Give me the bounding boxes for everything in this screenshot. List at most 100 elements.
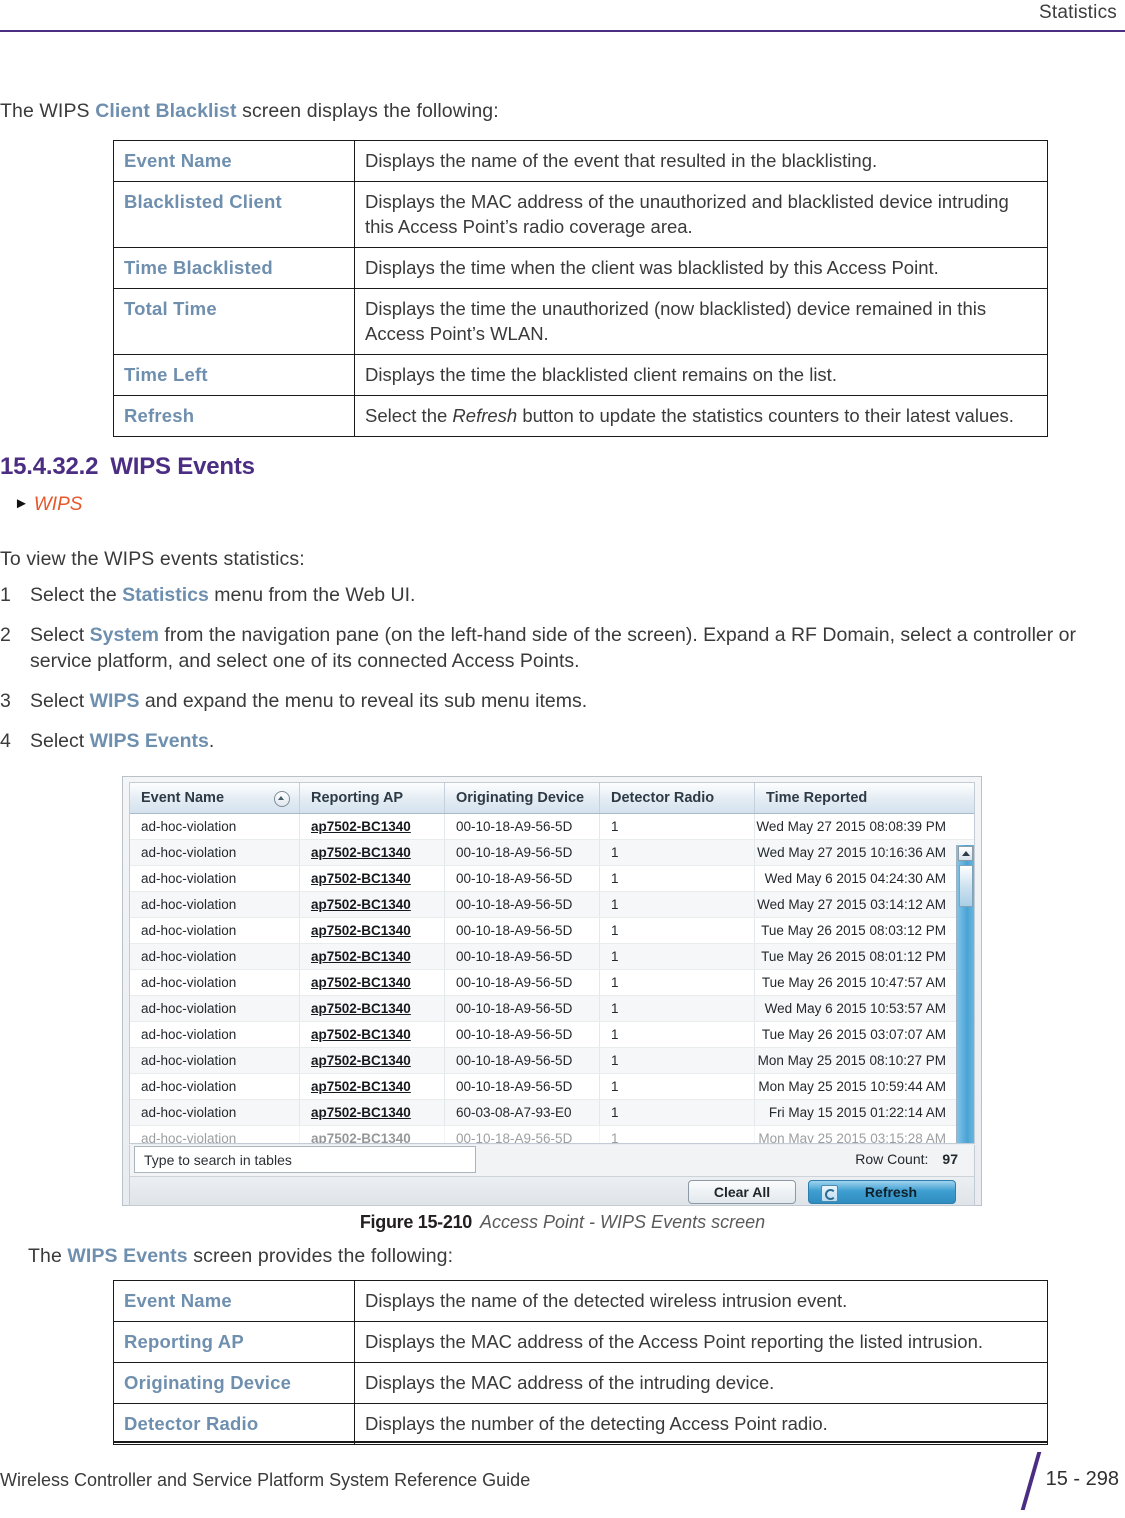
cell-reporting-ap[interactable]: ap7502-BC1340 [300,996,445,1021]
section-heading: 15.4.32.2 WIPS Events [0,453,255,481]
refresh-icon [821,1185,838,1202]
cell-reporting-ap[interactable]: ap7502-BC1340 [300,944,445,969]
cell-reporting-ap[interactable]: ap7502-BC1340 [300,1126,445,1143]
cell-time-reported: Tue May 26 2015 10:47:57 AM [761,975,946,990]
wips-events-screenshot: Event Name Reporting AP Originating Devi… [122,776,982,1206]
cell-reporting-ap[interactable]: ap7502-BC1340 [300,918,445,943]
cell-originating-device: 00-10-18-A9-56-5D [445,996,600,1021]
cell-time-reported: Wed May 6 2015 10:53:57 AM [764,1001,946,1016]
cell-detector-radio: 1 [600,1126,755,1143]
column-header-time-reported[interactable]: Time Reported [755,783,960,813]
step-post: from the navigation pane (on the left-ha… [30,624,1076,672]
cell-detector-radio: 1 [600,866,755,891]
row-key: Event Name [113,1280,355,1322]
table-row[interactable]: ad-hoc-violation ap7502-BC1340 00-10-18-… [130,866,974,892]
table-row[interactable]: ad-hoc-violation ap7502-BC1340 00-10-18-… [130,918,974,944]
column-header-label: Originating Device [456,790,585,806]
table-row[interactable]: ad-hoc-violation ap7502-BC1340 00-10-18-… [130,1048,974,1074]
cell-reporting-ap[interactable]: ap7502-BC1340 [300,840,445,865]
table-row[interactable]: ad-hoc-violation ap7502-BC1340 00-10-18-… [130,944,974,970]
cell-reporting-ap[interactable]: ap7502-BC1340 [300,1022,445,1047]
wips-link[interactable]: WIPS [90,690,140,712]
figure-caption-text: Access Point - WIPS Events screen [480,1212,766,1232]
table-row[interactable]: ad-hoc-violation ap7502-BC1340 00-10-18-… [130,996,974,1022]
cell-time-reported: Wed May 27 2015 03:14:12 AM [757,897,946,912]
sort-ascending-icon[interactable] [274,791,290,807]
step-pre: Select the [30,584,123,606]
cell-event-name: ad-hoc-violation [130,1074,300,1099]
outro-suffix: screen provides the following: [187,1245,454,1267]
cell-detector-radio: 1 [600,1022,755,1047]
cell-reporting-ap[interactable]: ap7502-BC1340 [300,892,445,917]
clear-all-button[interactable]: Clear All [688,1180,796,1204]
cell-originating-device: 60-03-08-A7-93-E0 [445,1100,600,1125]
column-header-label: Reporting AP [311,790,404,806]
wips-events-link-outro[interactable]: WIPS Events [67,1245,187,1267]
xref-label: WIPS [33,494,83,515]
footer-divider [113,1441,1047,1443]
search-input[interactable]: Type to search in tables [134,1146,476,1173]
footer-guide-title: Wireless Controller and Service Platform… [0,1470,531,1490]
cell-time-reported: Mon May 25 2015 10:59:44 AM [758,1079,946,1094]
desc-italic: Refresh [452,405,518,426]
cell-time-reported: Wed May 6 2015 04:24:30 AM [764,871,946,886]
step-2: 2 Select System from the navigation pane… [0,622,1110,674]
row-desc: Displays the MAC address of the Access P… [354,1321,1048,1363]
row-desc: Displays the MAC address of the intrudin… [354,1362,1048,1404]
column-header-event-name[interactable]: Event Name [130,783,300,813]
table-row: Time Blacklisted Displays the time when … [113,247,1048,289]
table-row[interactable]: ad-hoc-violation ap7502-BC1340 00-10-18-… [130,1126,974,1143]
table-row[interactable]: ad-hoc-violation ap7502-BC1340 00-10-18-… [130,1022,974,1048]
cell-originating-device: 00-10-18-A9-56-5D [445,970,600,995]
table-row: Refresh Select the Refresh button to upd… [113,395,1048,437]
header-divider [0,30,1125,32]
search-strip: Type to search in tables Row Count: 97 [129,1145,975,1176]
client-blacklist-link[interactable]: Client Blacklist [95,100,236,122]
cell-event-name: ad-hoc-violation [130,918,300,943]
column-header-reporting-ap[interactable]: Reporting AP [300,783,445,813]
vertical-scrollbar[interactable] [956,845,974,1143]
column-header-originating-device[interactable]: Originating Device [445,783,600,813]
intro-prefix: The WIPS [0,100,96,122]
cell-event-name: ad-hoc-violation [130,1100,300,1125]
scroll-up-icon[interactable] [958,846,973,861]
desc-post: button to update the statistics counters… [517,405,1014,426]
table-row[interactable]: ad-hoc-violation ap7502-BC1340 00-10-18-… [130,970,974,996]
column-header-label: Event Name [141,790,225,806]
cell-reporting-ap[interactable]: ap7502-BC1340 [300,1100,445,1125]
column-header-label: Detector Radio [611,790,715,806]
refresh-button[interactable]: Refresh [808,1180,956,1204]
cell-reporting-ap[interactable]: ap7502-BC1340 [300,1048,445,1073]
wips-events-link[interactable]: WIPS Events [90,730,209,752]
scrollbar-thumb[interactable] [959,865,973,907]
column-header-detector-radio[interactable]: Detector Radio [600,783,755,813]
row-count: Row Count: 97 [855,1151,958,1167]
cell-reporting-ap[interactable]: ap7502-BC1340 [300,1074,445,1099]
table-row[interactable]: ad-hoc-violation ap7502-BC1340 60-03-08-… [130,1100,974,1126]
table-row[interactable]: ad-hoc-violation ap7502-BC1340 00-10-18-… [130,892,974,918]
step-1: 1 Select the Statistics menu from the We… [0,582,1125,608]
table-row[interactable]: ad-hoc-violation ap7502-BC1340 00-10-18-… [130,840,974,866]
cell-detector-radio: 1 [600,814,755,839]
statistics-link[interactable]: Statistics [122,584,209,606]
table-row: Reporting AP Displays the MAC address of… [113,1321,1048,1363]
row-desc: Displays the time the blacklisted client… [354,354,1048,396]
step-text: Select System from the navigation pane (… [30,622,1110,674]
cell-event-name: ad-hoc-violation [130,1126,300,1143]
cell-reporting-ap[interactable]: ap7502-BC1340 [300,814,445,839]
cell-reporting-ap[interactable]: ap7502-BC1340 [300,866,445,891]
cell-originating-device: 00-10-18-A9-56-5D [445,1074,600,1099]
system-link[interactable]: System [90,624,159,646]
step-number: 3 [0,690,11,712]
client-blacklist-reference-table: Event Name Displays the name of the even… [113,140,1048,437]
cell-time-reported: Tue May 26 2015 08:03:12 PM [761,923,946,938]
table-row[interactable]: ad-hoc-violation ap7502-BC1340 00-10-18-… [130,1074,974,1100]
cell-detector-radio: 1 [600,944,755,969]
table-row: Time Left Displays the time the blacklis… [113,354,1048,396]
cell-reporting-ap[interactable]: ap7502-BC1340 [300,970,445,995]
steps-lead-in: To view the WIPS events statistics: [0,548,305,570]
step-3: 3 Select WIPS and expand the menu to rev… [0,688,1125,714]
wips-cross-reference[interactable]: ► WIPS [14,494,82,516]
refresh-button-label: Refresh [864,1184,918,1200]
table-row[interactable]: ad-hoc-violation ap7502-BC1340 00-10-18-… [130,814,974,840]
